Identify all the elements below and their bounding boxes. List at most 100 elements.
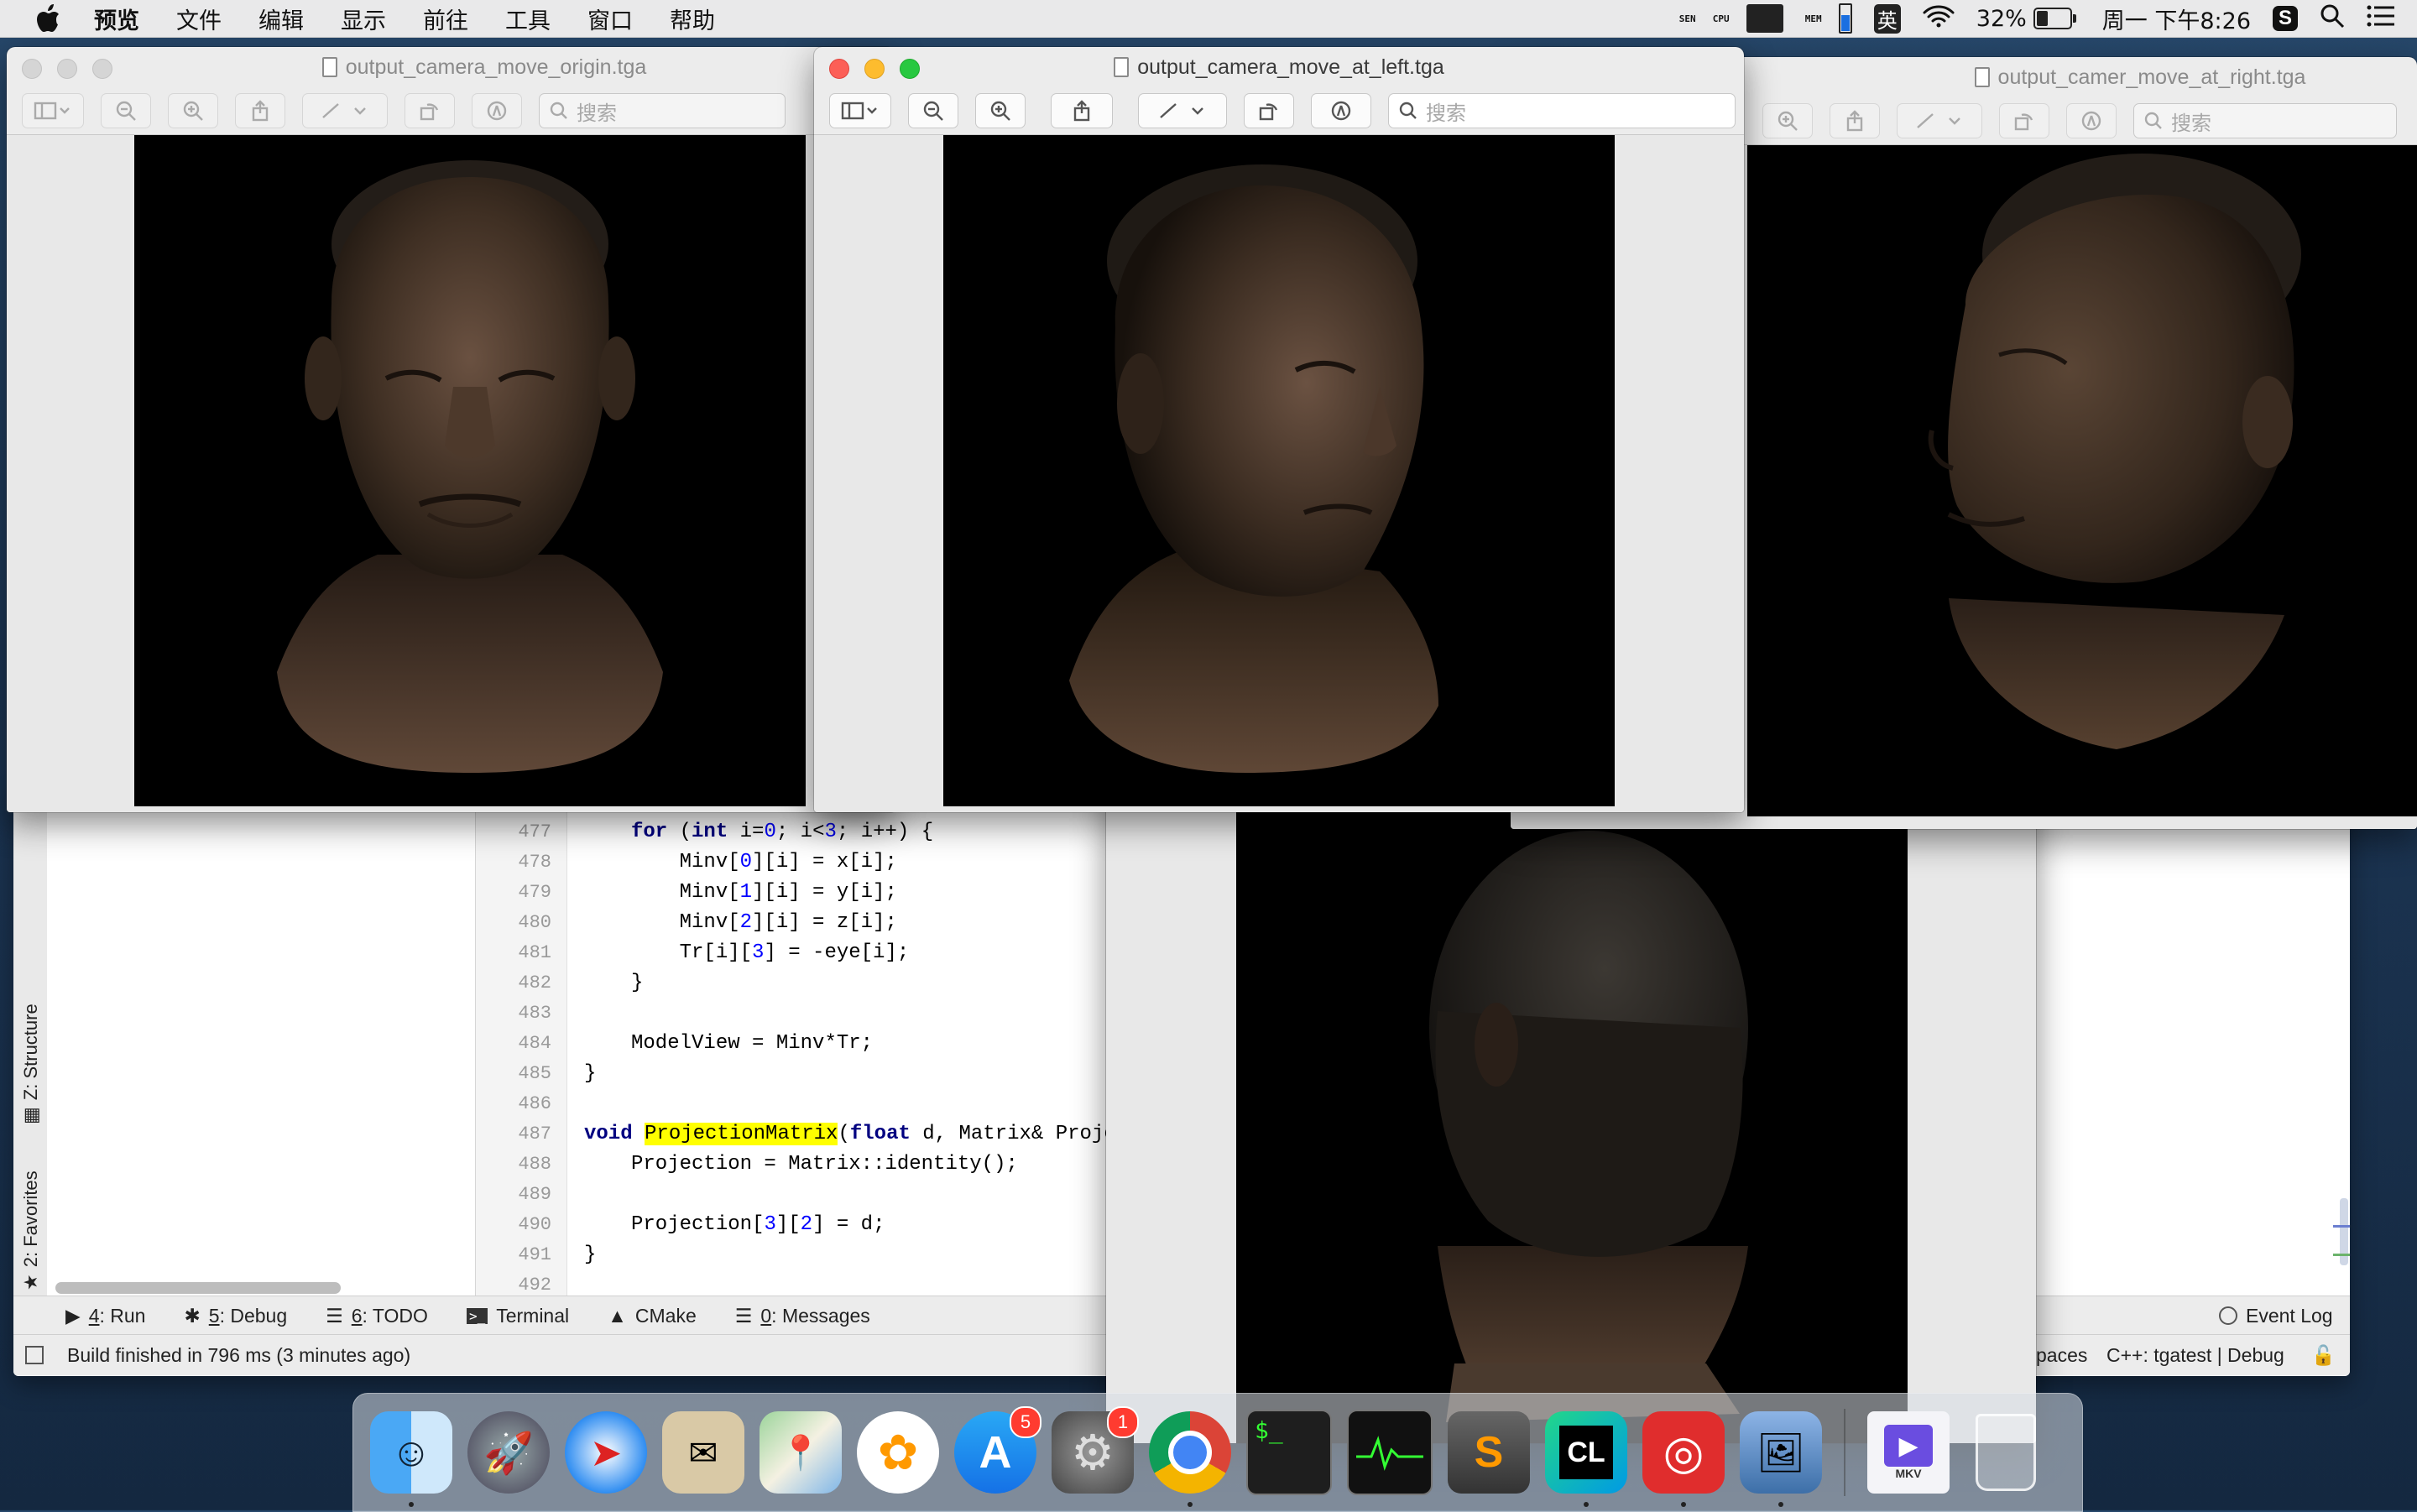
context-status[interactable]: C++: tgatest | Debug bbox=[2106, 1344, 2284, 1367]
line-number: 478 bbox=[518, 852, 551, 873]
markup-button[interactable] bbox=[302, 93, 388, 128]
share-button[interactable] bbox=[1051, 93, 1113, 128]
cpu-meter[interactable] bbox=[1746, 4, 1783, 33]
indent-status[interactable]: paces bbox=[2036, 1344, 2087, 1367]
menu-view[interactable]: 显示 bbox=[341, 3, 386, 35]
mail-icon[interactable]: ✉ bbox=[662, 1411, 744, 1494]
notification-center-icon[interactable] bbox=[2367, 5, 2395, 33]
markup-button[interactable] bbox=[1897, 103, 1982, 138]
line-number: 489 bbox=[518, 1184, 551, 1205]
terminal-icon[interactable]: $_ bbox=[1246, 1410, 1332, 1495]
clock[interactable]: 周一 下午8:26 bbox=[2102, 3, 2251, 35]
project-horizontal-scrollbar[interactable] bbox=[55, 1282, 341, 1294]
minimize-button[interactable] bbox=[57, 59, 77, 79]
share-button[interactable] bbox=[235, 93, 285, 128]
sidebar-button[interactable] bbox=[22, 93, 84, 128]
layout-toggle-icon[interactable] bbox=[25, 1346, 44, 1364]
editor-scroll-marker[interactable] bbox=[2333, 1198, 2350, 1265]
rotate-button[interactable] bbox=[1999, 103, 2049, 138]
preview-icon[interactable]: 🖼 bbox=[1740, 1411, 1822, 1507]
safari-icon[interactable]: ➤ bbox=[565, 1411, 647, 1494]
battery-icon[interactable] bbox=[2033, 8, 2076, 29]
messages-tool-button[interactable]: ☰ 0: Messages bbox=[735, 1305, 870, 1327]
close-button[interactable] bbox=[829, 59, 849, 79]
structure-tab[interactable]: ▦ Z: Structure bbox=[20, 1004, 42, 1124]
wifi-icon[interactable] bbox=[1923, 4, 1955, 34]
zoom-in-button[interactable] bbox=[1762, 103, 1813, 138]
share-button[interactable] bbox=[1830, 103, 1880, 138]
pen-icon bbox=[322, 103, 366, 118]
right-window-search[interactable]: 搜索 bbox=[2133, 103, 2397, 138]
annotate-button[interactable] bbox=[1311, 93, 1371, 128]
menu-window[interactable]: 窗口 bbox=[587, 3, 633, 35]
build-status-message[interactable]: Build finished in 796 ms (3 minutes ago) bbox=[67, 1344, 410, 1367]
system-preferences-icon[interactable]: ⚙ 1 bbox=[1052, 1406, 1139, 1494]
zoom-in-icon bbox=[990, 101, 1010, 121]
head-left-view-image bbox=[1069, 164, 1438, 773]
rotate-button[interactable] bbox=[405, 93, 455, 128]
system-preferences-badge: 1 bbox=[1107, 1406, 1139, 1438]
origin-window-titlebar[interactable]: output_camera_move_origin.tga bbox=[7, 47, 895, 87]
rotate-button[interactable] bbox=[1244, 93, 1294, 128]
zoom-out-button[interactable] bbox=[908, 93, 958, 128]
star-icon: ★ bbox=[20, 1274, 41, 1290]
sublime-text-icon[interactable]: S bbox=[1448, 1411, 1530, 1494]
lock-icon[interactable]: 🔓 bbox=[2311, 1344, 2336, 1367]
clion-icon[interactable]: CL bbox=[1545, 1411, 1627, 1507]
maps-icon[interactable]: 📍 bbox=[760, 1411, 842, 1494]
menu-help[interactable]: 帮助 bbox=[670, 3, 715, 35]
battery-percent[interactable]: 32% bbox=[1976, 6, 2027, 32]
sogou-icon[interactable]: S bbox=[2273, 6, 2298, 31]
event-log-button[interactable]: Event Log bbox=[2219, 1305, 2333, 1327]
apple-menu-icon[interactable] bbox=[32, 2, 65, 35]
cpu-label[interactable]: CPU bbox=[1713, 14, 1730, 23]
mem-label[interactable]: MEM bbox=[1805, 14, 1822, 23]
launchpad-icon[interactable]: 🚀 bbox=[467, 1411, 550, 1494]
sen-label[interactable]: SEN bbox=[1679, 14, 1696, 23]
code-line-484: ModelView = Minv*Tr; bbox=[631, 1032, 874, 1055]
menu-preview[interactable]: 预览 bbox=[94, 3, 139, 35]
activity-monitor-icon[interactable] bbox=[1347, 1410, 1433, 1495]
zoom-button[interactable] bbox=[92, 59, 112, 79]
menu-go[interactable]: 前往 bbox=[423, 3, 468, 35]
minimize-button[interactable] bbox=[864, 59, 885, 79]
menu-edit[interactable]: 编辑 bbox=[258, 3, 304, 35]
annotate-button[interactable] bbox=[2066, 103, 2117, 138]
input-method-indicator[interactable]: 英 bbox=[1873, 3, 1901, 34]
zoom-out-button[interactable] bbox=[101, 93, 151, 128]
preview-window-origin[interactable]: output_camera_move_origin.tga 搜索 bbox=[7, 47, 895, 812]
todo-tool-button[interactable]: ☰ 6: TODO bbox=[326, 1305, 428, 1327]
ide-side-tool-strip: ▦ Z: Structure ★ 2: Favorites bbox=[13, 789, 48, 1296]
trash-icon[interactable] bbox=[1965, 1411, 2047, 1494]
project-panel[interactable] bbox=[47, 789, 476, 1296]
app-store-icon[interactable]: A 5 bbox=[954, 1406, 1041, 1494]
debug-tool-button[interactable]: ✱ 5: Debug bbox=[184, 1305, 287, 1327]
annotate-button[interactable] bbox=[472, 93, 522, 128]
menu-file[interactable]: 文件 bbox=[176, 3, 222, 35]
favorites-tab[interactable]: ★ 2: Favorites bbox=[20, 1170, 42, 1290]
preview-window-left[interactable]: output_camera_move_at_left.tga 搜索 bbox=[814, 47, 1744, 812]
run-tool-button[interactable]: ▶ 4: Run bbox=[65, 1305, 145, 1327]
zoom-button[interactable] bbox=[900, 59, 920, 79]
search-highlight: ProjectionMatrix bbox=[645, 1123, 838, 1145]
netease-music-icon[interactable]: ◎ bbox=[1642, 1411, 1725, 1507]
terminal-tool-button[interactable]: >_ Terminal bbox=[466, 1305, 569, 1327]
origin-window-search[interactable]: 搜索 bbox=[539, 93, 786, 128]
document-icon bbox=[1974, 67, 1990, 87]
close-button[interactable] bbox=[22, 59, 42, 79]
left-window-titlebar[interactable]: output_camera_move_at_left.tga bbox=[814, 47, 1744, 87]
spotlight-icon[interactable] bbox=[2320, 3, 2345, 34]
cmake-tool-button[interactable]: ▲ CMake bbox=[608, 1305, 697, 1327]
photos-icon[interactable]: ✿ bbox=[857, 1411, 939, 1494]
zoom-in-button[interactable] bbox=[975, 93, 1026, 128]
menu-tools[interactable]: 工具 bbox=[505, 3, 551, 35]
left-window-search[interactable]: 搜索 bbox=[1388, 93, 1736, 128]
mem-meter[interactable] bbox=[1838, 3, 1852, 34]
mkv-player-icon[interactable]: ▶ MKV bbox=[1867, 1411, 1950, 1494]
sidebar-button[interactable] bbox=[829, 93, 891, 128]
finder-icon[interactable]: ☺ bbox=[370, 1411, 452, 1507]
zoom-in-button[interactable] bbox=[168, 93, 218, 128]
markup-button[interactable] bbox=[1138, 93, 1227, 128]
chrome-icon[interactable] bbox=[1149, 1411, 1231, 1507]
sidebar-icon bbox=[841, 102, 877, 120]
